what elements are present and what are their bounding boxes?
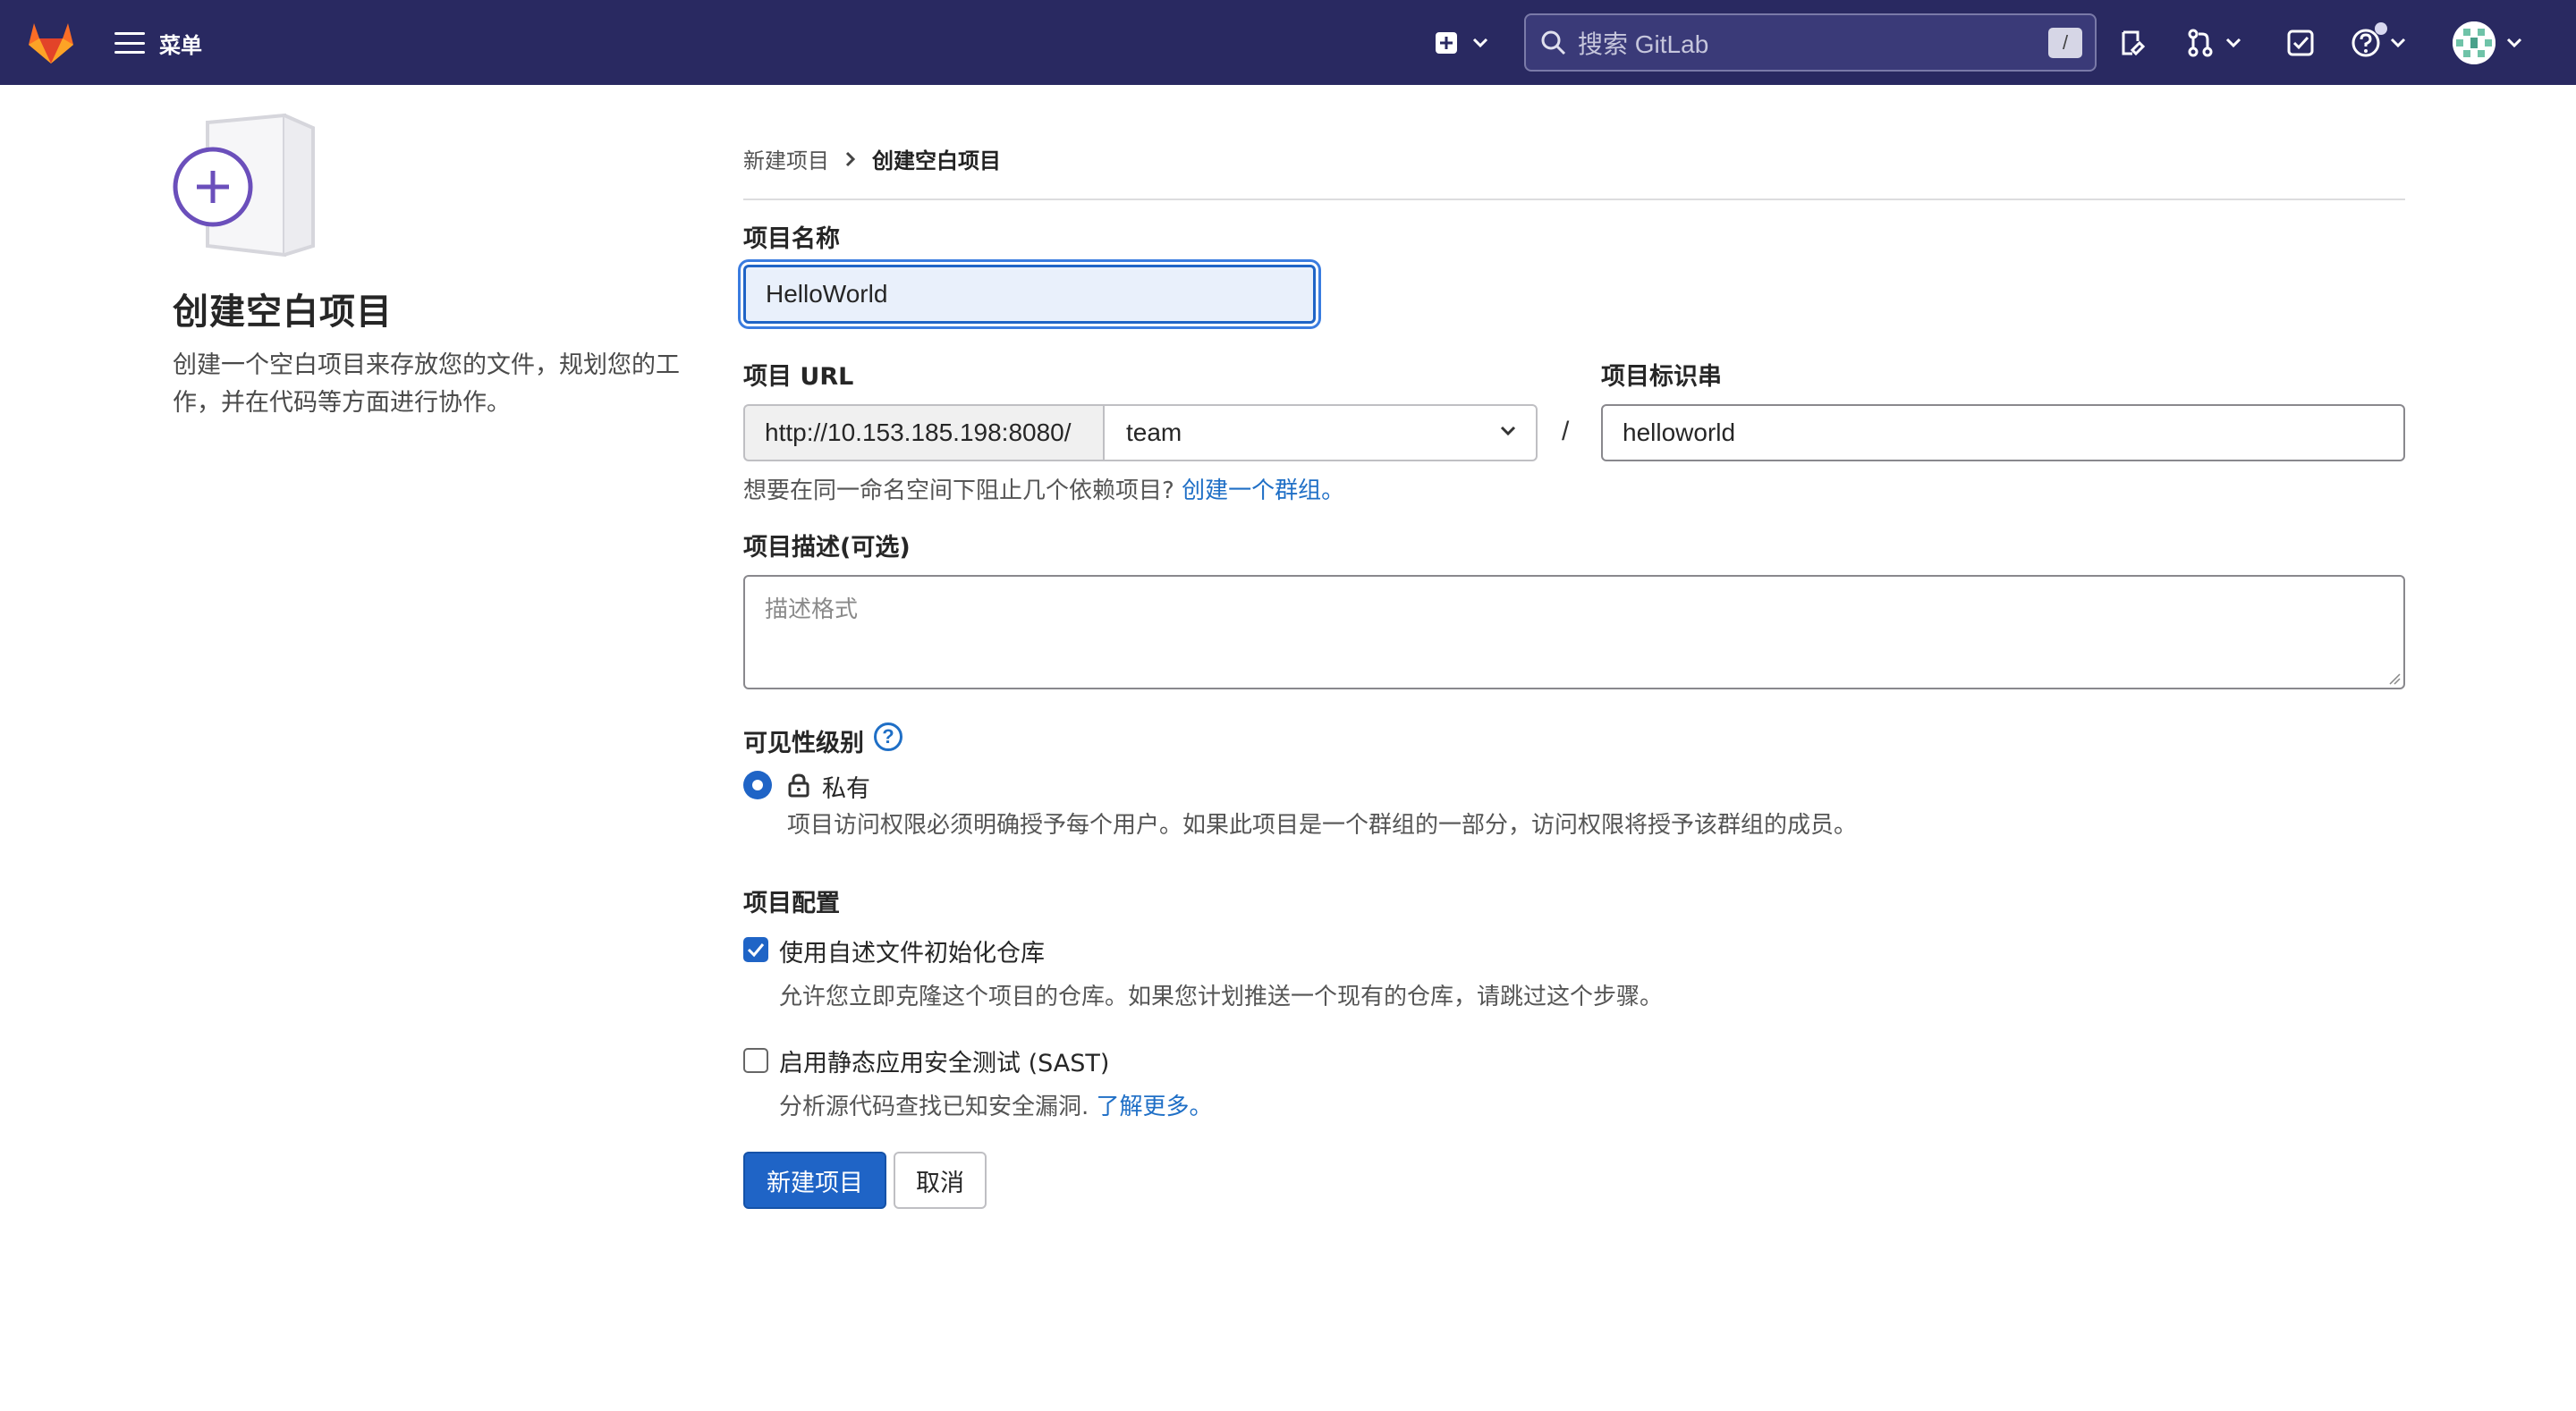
- description-label: 项目描述(可选): [743, 534, 911, 562]
- sast-desc-text: 分析源代码查找已知安全漏洞.: [779, 1094, 1089, 1120]
- search-icon: [1541, 30, 1566, 55]
- group-hint-text: 想要在同一命名空间下阻止几个依赖项目?: [743, 477, 1174, 504]
- url-prefix: http://10.153.185.198:8080/: [743, 404, 1105, 461]
- sast-checkbox[interactable]: [743, 1048, 768, 1073]
- menu-button[interactable]: 菜单: [114, 27, 202, 59]
- chevron-down-icon: [1472, 38, 1488, 48]
- readme-checkbox[interactable]: [743, 937, 768, 962]
- gitlab-logo-icon[interactable]: [27, 20, 75, 64]
- readme-desc: 允许您立即克隆这个项目的仓库。如果您计划推送一个现有的仓库，请跳过这个步骤。: [779, 984, 1664, 1010]
- issues-button[interactable]: [2118, 25, 2147, 61]
- blank-project-illustration: [173, 114, 315, 257]
- visibility-private-radio[interactable]: [743, 771, 772, 799]
- new-item-icon: [1436, 32, 1457, 54]
- page-title: 创建空白项目: [173, 291, 393, 333]
- hamburger-icon: [114, 32, 145, 54]
- sast-label[interactable]: 启用静态应用安全测试 (SAST): [779, 1043, 1109, 1078]
- visibility-help-icon[interactable]: ?: [874, 722, 902, 751]
- search-box[interactable]: 搜索 GitLab /: [1524, 13, 2097, 72]
- namespace-select[interactable]: team: [1103, 404, 1538, 461]
- cancel-button[interactable]: 取消: [894, 1152, 987, 1209]
- project-slug-input[interactable]: helloworld: [1601, 404, 2405, 461]
- chevron-down-icon: [1500, 426, 1516, 436]
- merge-requests-button[interactable]: [2186, 25, 2241, 61]
- group-hint: 想要在同一命名空间下阻止几个依赖项目? 创建一个群组。: [743, 472, 1344, 505]
- notification-dot: [2375, 22, 2387, 35]
- create-group-link[interactable]: 创建一个群组。: [1182, 477, 1344, 504]
- description-placeholder: 描述格式: [765, 596, 859, 623]
- chevron-right-icon: [845, 151, 856, 166]
- visibility-label: 可见性级别: [743, 730, 864, 757]
- todo-icon: [2287, 30, 2314, 56]
- visibility-private-label[interactable]: 私有: [822, 769, 870, 804]
- user-menu-toggle[interactable]: [2506, 25, 2522, 61]
- search-input[interactable]: 搜索 GitLab: [1578, 25, 1708, 61]
- visibility-private-desc: 项目访问权限必须明确授予每个用户。如果此项目是一个群组的一部分，访问权限将授予该…: [787, 812, 1858, 839]
- chevron-down-icon: [2390, 38, 2406, 48]
- url-slash-separator: /: [1562, 417, 1570, 446]
- avatar[interactable]: [2453, 21, 2496, 64]
- namespace-value: team: [1126, 418, 1182, 446]
- create-project-button[interactable]: 新建项目: [743, 1152, 886, 1209]
- breadcrumb: 新建项目 创建空白项目: [743, 143, 1001, 174]
- chevron-down-icon: [2225, 38, 2241, 48]
- description-textarea[interactable]: 描述格式: [743, 575, 2405, 689]
- resize-grip-icon[interactable]: [2388, 672, 2401, 685]
- project-name-input[interactable]: HelloWorld: [743, 265, 1316, 324]
- readme-label[interactable]: 使用自述文件初始化仓库: [779, 934, 1045, 968]
- page-description: 创建一个空白项目来存放您的文件，规划您的工作，并在代码等方面进行协作。: [173, 351, 680, 417]
- chevron-down-icon: [2506, 38, 2522, 48]
- sast-desc: 分析源代码查找已知安全漏洞. 了解更多。: [779, 1088, 1213, 1121]
- search-shortcut-badge: /: [2048, 28, 2082, 58]
- breadcrumb-divider: [743, 199, 2405, 200]
- project-slug-label: 项目标识串: [1601, 363, 1722, 391]
- breadcrumb-item-new-project[interactable]: 新建项目: [743, 143, 829, 174]
- lock-icon: [788, 773, 809, 798]
- project-config-label: 项目配置: [743, 890, 840, 917]
- checkmark-icon: [747, 943, 765, 958]
- breadcrumb-item-current: 创建空白项目: [872, 148, 1001, 173]
- project-url-label: 项目 URL: [743, 363, 854, 391]
- top-navbar: 菜单 搜索 GitLab /: [0, 0, 2576, 85]
- issues-icon: [2122, 30, 2146, 56]
- avatar-identicon: [2453, 21, 2496, 64]
- merge-request-icon: [2188, 29, 2213, 57]
- project-name-label: 项目名称: [743, 225, 840, 253]
- new-item-button[interactable]: [1435, 25, 1488, 61]
- todo-button[interactable]: [2286, 25, 2315, 61]
- learn-more-link[interactable]: 了解更多。: [1097, 1094, 1213, 1120]
- menu-label: 菜单: [159, 32, 202, 58]
